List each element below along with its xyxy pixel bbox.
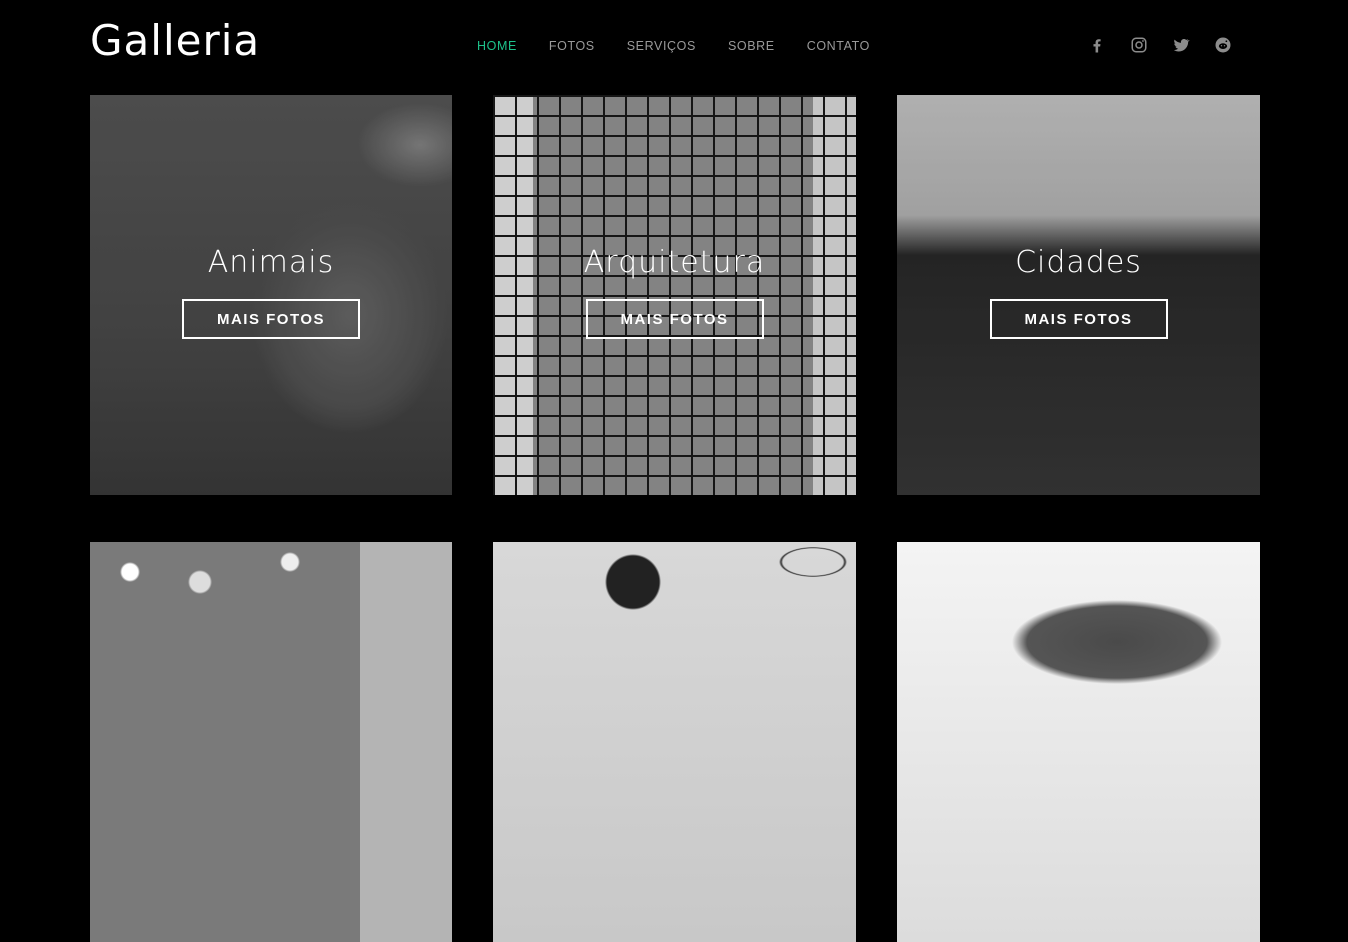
card-title: Arquitetura [583,245,766,280]
gallery-grid: Animais MAIS FOTOS Arquitetura MAIS FOTO… [90,95,1260,942]
card-title: Cidades [1015,245,1142,280]
gallery-card-5[interactable] [493,542,856,942]
reddit-icon[interactable] [1214,36,1232,54]
nav-fotos[interactable]: FOTOS [549,39,595,53]
card-overlay [90,95,452,495]
card-overlay [897,95,1260,495]
bokeh-lights-photo [90,542,452,942]
gallery-card-arquitetura[interactable]: Arquitetura MAIS FOTOS [493,95,856,495]
gallery-card-4[interactable] [90,542,452,942]
main-nav: HOME FOTOS SERVIÇOS SOBRE CONTATO [477,39,870,53]
facebook-icon[interactable] [1088,36,1106,54]
instagram-icon[interactable] [1130,36,1148,54]
nav-contato[interactable]: CONTATO [807,39,870,53]
nav-home[interactable]: HOME [477,39,517,53]
mais-fotos-button[interactable]: MAIS FOTOS [182,299,360,339]
nav-servicos[interactable]: SERVIÇOS [627,39,696,53]
logo[interactable]: Galleria [90,16,260,65]
card-title: Animais [207,245,335,280]
site-header: Galleria HOME FOTOS SERVIÇOS SOBRE CONTA… [0,0,1348,95]
mountain-photo [897,542,1260,942]
social-links [1088,36,1232,54]
gallery-card-animais[interactable]: Animais MAIS FOTOS [90,95,452,495]
nav-sobre[interactable]: SOBRE [728,39,775,53]
twitter-icon[interactable] [1172,36,1190,54]
gallery-card-6[interactable] [897,542,1260,942]
mais-fotos-button[interactable]: MAIS FOTOS [585,299,764,339]
mais-fotos-button[interactable]: MAIS FOTOS [989,299,1168,339]
basketball-photo [493,542,856,942]
card-overlay [493,95,856,495]
gallery-card-cidades[interactable]: Cidades MAIS FOTOS [897,95,1260,495]
